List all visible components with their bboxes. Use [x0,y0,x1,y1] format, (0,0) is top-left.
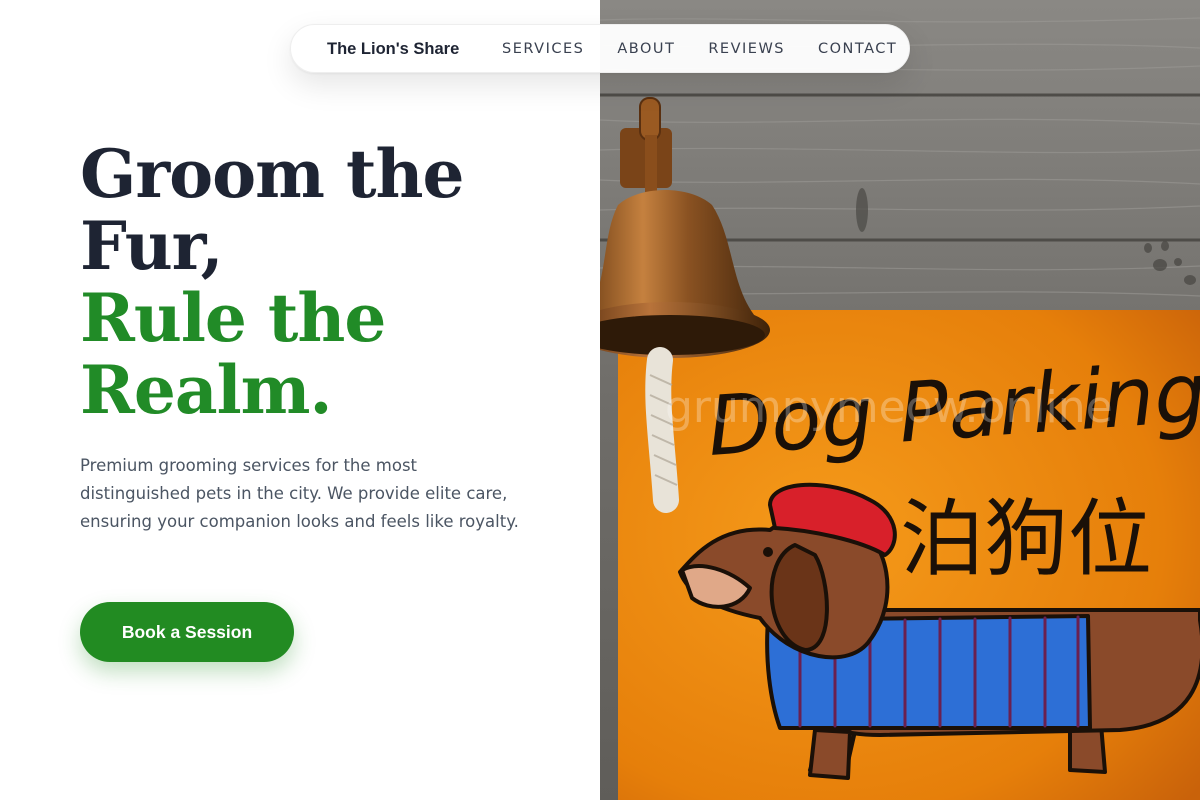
headline-line-3: Rule the [80,279,386,357]
nav-link-services[interactable]: SERVICES [502,41,584,57]
top-nav: The Lion's Share SERVICES ABOUT REVIEWS … [290,24,910,73]
watermark-text: grumpymeow.online [665,382,1113,433]
headline-line-4: Realm. [80,351,333,429]
book-session-button[interactable]: Book a Session [80,602,294,662]
nav-link-reviews[interactable]: REVIEWS [708,41,785,57]
nav-link-contact[interactable]: CONTACT [818,41,897,57]
nav-links: SERVICES ABOUT REVIEWS CONTACT [502,41,897,57]
hero-headline: Groom the Fur, Rule the Realm. [80,138,580,426]
hero-description: Premium grooming services for the most d… [80,456,519,531]
nav-link-about[interactable]: ABOUT [617,41,675,57]
hero-photo: Dog Parking 泊狗位 grumpymeow.online [600,0,1200,800]
brand-logo[interactable]: The Lion's Share [327,40,459,59]
headline-line-1: Groom the [80,135,464,213]
svg-text:泊狗位: 泊狗位 [900,490,1152,588]
headline-line-2: Fur, [80,207,224,285]
